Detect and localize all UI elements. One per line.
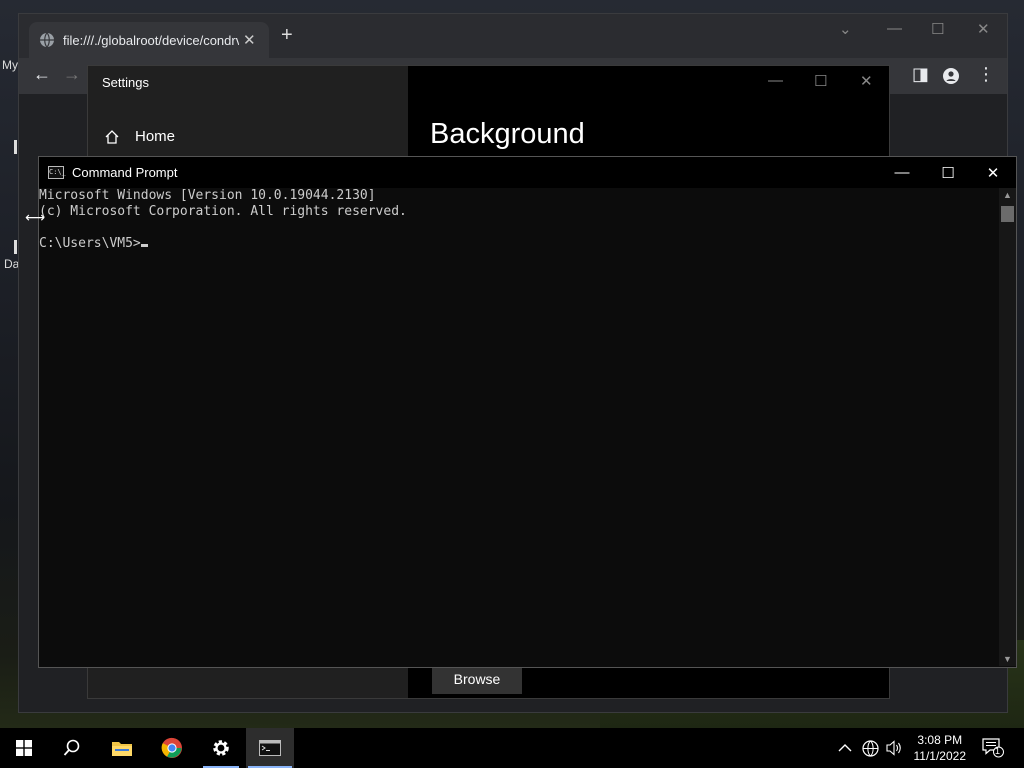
new-tab-button[interactable]: + <box>281 24 293 47</box>
action-center-button[interactable]: 1 <box>982 728 1004 768</box>
console-output[interactable]: Microsoft Windows [Version 10.0.19044.21… <box>39 188 999 666</box>
minimize-button[interactable]: — <box>879 157 925 188</box>
settings-window-title: Settings <box>102 75 149 90</box>
clock-time: 3:08 PM <box>917 733 963 747</box>
file-explorer-icon <box>112 742 132 756</box>
clock-date: 11/1/2022 <box>913 749 967 763</box>
command-prompt-icon: C:\_ <box>48 166 66 179</box>
start-button[interactable] <box>0 728 48 768</box>
desktop-icon-label[interactable]: My <box>2 58 18 72</box>
search-icon <box>63 739 80 756</box>
minimize-icon[interactable]: — <box>768 72 783 89</box>
close-button[interactable]: ✕ <box>970 157 1016 188</box>
search-button[interactable] <box>48 728 96 768</box>
speaker-icon <box>886 740 901 756</box>
cmd-window-title: Command Prompt <box>72 165 178 180</box>
notification-icon <box>982 738 1004 758</box>
browser-tab[interactable]: file:///./globalroot/device/condrv/ ✕ <box>29 22 269 58</box>
taskbar-clock[interactable]: 3:08 PM 11/1/2022 <box>914 732 967 764</box>
desktop-icon[interactable] <box>14 140 17 154</box>
page-title: Background <box>430 118 585 150</box>
command-prompt-window: C:\_ Command Prompt — ☐ ✕ Microsoft Wind… <box>38 156 1017 668</box>
menu-icon[interactable]: ⋮ <box>977 64 995 85</box>
command-prompt-icon <box>259 740 281 756</box>
notification-count: 1 <box>995 746 1001 756</box>
vertical-scrollbar[interactable]: ▲ ▼ <box>999 188 1016 666</box>
profile-icon[interactable] <box>943 68 959 84</box>
tab-title: file:///./globalroot/device/condrv/ <box>63 32 239 48</box>
back-icon[interactable]: ← <box>33 64 51 85</box>
taskbar: 3:08 PM 11/1/2022 1 <box>0 728 1024 768</box>
close-icon[interactable]: ✕ <box>977 20 990 38</box>
network-globe-icon <box>862 739 879 757</box>
show-hidden-icons[interactable] <box>838 728 852 768</box>
console-line: (c) Microsoft Corporation. All rights re… <box>39 204 407 219</box>
side-panel-icon[interactable]: ◨ <box>912 64 929 85</box>
scrollbar-thumb[interactable] <box>1001 206 1014 222</box>
scroll-down-icon[interactable]: ▼ <box>1003 654 1012 664</box>
maximize-icon[interactable]: ☐ <box>931 20 944 38</box>
volume-button[interactable] <box>886 728 903 768</box>
globe-icon <box>40 32 54 48</box>
maximize-button[interactable]: ☐ <box>925 157 971 188</box>
cmd-titlebar[interactable]: C:\_ Command Prompt — ☐ ✕ <box>39 157 1016 188</box>
command-prompt-taskbar-button[interactable] <box>246 728 294 768</box>
browser-tabbar: file:///./globalroot/device/condrv/ ✕ + … <box>19 14 1007 58</box>
settings-icon <box>213 740 229 756</box>
network-button[interactable] <box>862 728 879 768</box>
resize-cursor-icon: ⟷ <box>25 209 46 225</box>
minimize-icon[interactable]: — <box>887 20 902 37</box>
desktop-icon[interactable] <box>14 240 17 254</box>
close-icon[interactable]: ✕ <box>860 72 873 90</box>
maximize-icon[interactable]: ☐ <box>814 72 827 90</box>
home-label: Home <box>135 128 176 145</box>
chrome-button[interactable] <box>148 728 196 768</box>
text-cursor <box>140 244 148 247</box>
scroll-up-icon[interactable]: ▲ <box>1003 190 1012 200</box>
chrome-icon <box>161 737 182 758</box>
console-line: Microsoft Windows [Version 10.0.19044.21… <box>39 188 376 203</box>
forward-icon[interactable]: → <box>63 64 81 85</box>
prompt-line: C:\Users\VM5> <box>39 236 999 252</box>
settings-home-item[interactable]: Home <box>104 128 175 145</box>
chevron-up-icon <box>838 744 852 752</box>
start-icon <box>16 740 32 756</box>
home-icon <box>105 129 119 144</box>
tab-search-icon[interactable]: ⌄ <box>839 20 852 38</box>
close-tab-icon[interactable]: ✕ <box>243 31 256 49</box>
prompt-text: C:\Users\VM5> <box>39 236 141 251</box>
settings-taskbar-button[interactable] <box>197 728 245 768</box>
file-explorer-button[interactable] <box>98 728 146 768</box>
